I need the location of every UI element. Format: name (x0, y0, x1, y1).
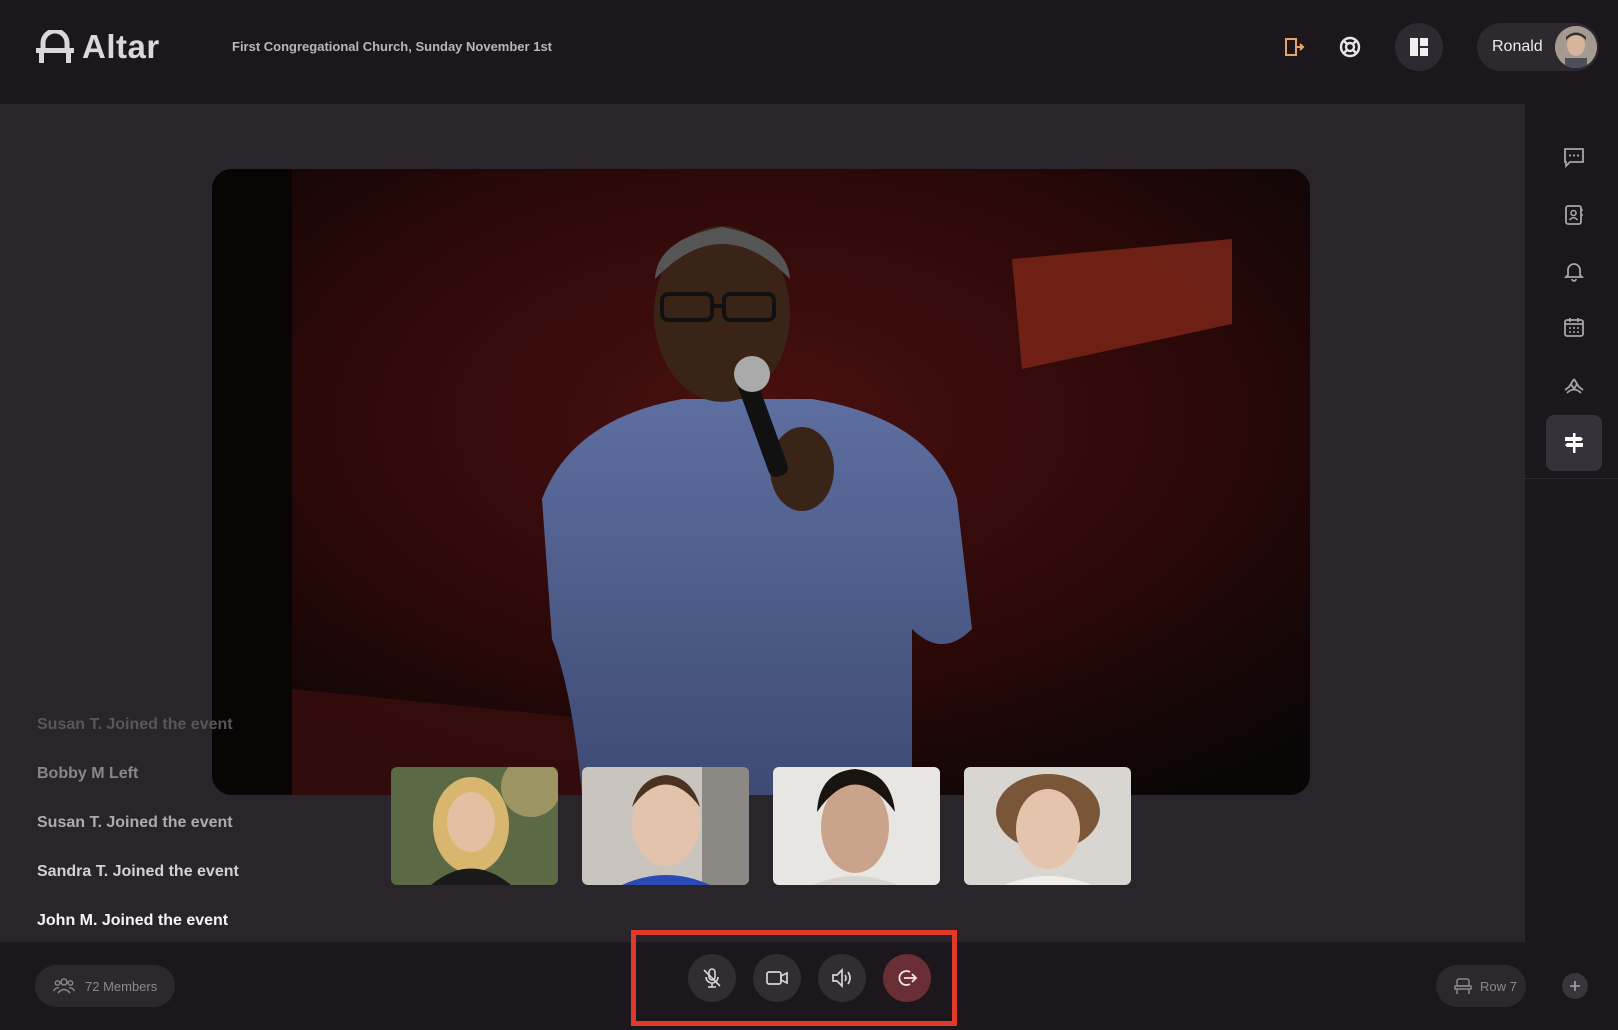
seat-chair-icon (1454, 978, 1472, 994)
activity-item: Susan T. Joined the event (37, 716, 233, 733)
signpost-icon (1565, 433, 1583, 453)
dashboard-button[interactable] (1395, 23, 1443, 71)
participant-man-young-icon (582, 767, 749, 885)
calendar-button[interactable] (1546, 299, 1602, 355)
plus-icon (1570, 981, 1580, 991)
participant-thumbnail[interactable] (964, 767, 1131, 885)
activity-item: Susan T. Joined the event (37, 814, 233, 831)
prayer-button[interactable] (1546, 357, 1602, 413)
contact-book-icon (1565, 205, 1583, 225)
leave-call-button[interactable] (883, 954, 931, 1002)
seat-row-label: Row 7 (1480, 978, 1517, 994)
calendar-icon (1564, 318, 1584, 337)
participant-thumbnails (391, 767, 1131, 885)
members-count: 72 Members (85, 978, 158, 994)
speaker-volume-icon (832, 967, 851, 989)
microphone-off-icon (703, 968, 721, 988)
praying-hands-icon (1564, 378, 1584, 394)
participant-thumbnail[interactable] (582, 767, 749, 885)
speaker-video-image (212, 169, 1310, 795)
video-camera-icon (766, 971, 788, 985)
participant-thumbnail[interactable] (773, 767, 940, 885)
help-button[interactable] (1326, 23, 1374, 71)
chat-button[interactable] (1546, 129, 1602, 185)
app-name: Altar (82, 28, 160, 65)
participant-man-curly-hair-icon (964, 767, 1131, 885)
participant-woman-blonde-icon (391, 767, 558, 885)
lifebuoy-icon (1339, 36, 1361, 58)
leave-arrow-icon (898, 970, 918, 986)
contacts-button[interactable] (1546, 187, 1602, 243)
altar-logo[interactable]: Altar (36, 28, 160, 66)
user-avatar (1555, 26, 1597, 68)
add-button[interactable] (1562, 973, 1588, 999)
seat-row-button[interactable]: Row 7 (1436, 965, 1526, 1007)
main-stage: Susan T. Joined the event Bobby M Left S… (0, 104, 1525, 942)
call-controls-highlight (631, 930, 957, 1026)
notifications-button[interactable] (1546, 243, 1602, 299)
user-name: Ronald (1492, 38, 1543, 55)
stage-controls-button[interactable] (1546, 415, 1602, 471)
activity-feed: Susan T. Joined the event Bobby M Left S… (37, 716, 239, 961)
main-video-feed[interactable] (212, 169, 1310, 795)
top-header: Altar First Congregational Church, Sunda… (0, 0, 1618, 104)
app-window: Altar First Congregational Church, Sunda… (0, 0, 1618, 1030)
bottom-toolbar: 72 Members Row 7 (0, 930, 1618, 1030)
participant-thumbnail[interactable] (391, 767, 558, 885)
members-button[interactable]: 72 Members (35, 965, 175, 1007)
chat-bubble-icon (1564, 148, 1584, 169)
mute-microphone-button[interactable] (688, 954, 736, 1002)
speaker-volume-button[interactable] (818, 954, 866, 1002)
user-menu[interactable]: Ronald (1477, 23, 1599, 71)
exit-event-button[interactable] (1270, 23, 1318, 71)
altar-logo-icon (36, 30, 74, 63)
activity-item: Sandra T. Joined the event (37, 863, 239, 880)
event-title: First Congregational Church, Sunday Nove… (232, 39, 552, 54)
right-sidebar (1525, 104, 1618, 942)
door-exit-icon (1285, 38, 1305, 56)
sidebar-divider (1525, 478, 1618, 479)
camera-button[interactable] (753, 954, 801, 1002)
participant-man-dark-hair-icon (773, 767, 940, 885)
people-group-icon (53, 978, 75, 994)
activity-item: Bobby M Left (37, 765, 139, 782)
dashboard-grid-icon (1410, 38, 1428, 56)
bell-icon (1563, 263, 1585, 282)
